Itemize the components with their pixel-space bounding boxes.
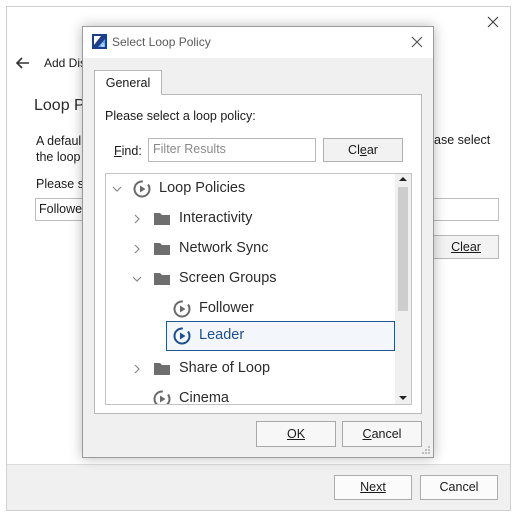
next-button[interactable]: Next bbox=[334, 475, 412, 500]
dialog-cancel-button[interactable]: Cancel bbox=[342, 421, 422, 447]
wizard-description-line1: A defaul bbox=[36, 134, 82, 148]
tree-item-leader[interactable]: Leader bbox=[166, 321, 395, 351]
close-icon[interactable] bbox=[486, 15, 500, 29]
wizard-footer: Next Cancel bbox=[7, 464, 510, 510]
tree-item-label: Follower bbox=[199, 300, 254, 316]
tree-item-label: Share of Loop bbox=[179, 360, 271, 376]
tree-item-label: Cinema bbox=[179, 390, 229, 405]
clear-label: Clear bbox=[348, 143, 378, 157]
next-label: Next bbox=[360, 480, 386, 494]
tab-general[interactable]: General bbox=[94, 70, 162, 95]
loop-policy-icon bbox=[133, 180, 151, 198]
loop-policy-icon bbox=[153, 390, 171, 404]
dialog-cancel-label: Cancel bbox=[362, 427, 402, 441]
tree-item-cinema[interactable]: Cinema bbox=[106, 384, 396, 405]
general-tab-panel: Please select a loop policy: Find: Filte… bbox=[94, 94, 422, 414]
folder-icon bbox=[154, 213, 170, 225]
scroll-down-icon[interactable] bbox=[399, 396, 407, 400]
policy-tree[interactable]: Loop Policies Interactivity Network Sync… bbox=[105, 173, 412, 405]
wizard-please-label: Please s bbox=[36, 177, 84, 191]
tree-item-follower[interactable]: Follower bbox=[106, 294, 396, 324]
select-loop-policy-dialog: e Select Loop Policy General Please sele… bbox=[82, 26, 434, 458]
folder-icon bbox=[154, 363, 170, 375]
tree-item-share-of-loop[interactable]: Share of Loop bbox=[106, 354, 396, 384]
tree-item-screen-groups[interactable]: Screen Groups bbox=[106, 264, 396, 294]
close-icon[interactable] bbox=[410, 35, 424, 49]
tree-item-label: Leader bbox=[199, 327, 245, 343]
wizard-cancel-button[interactable]: Cancel bbox=[420, 475, 498, 500]
wizard-cancel-label: Cancel bbox=[439, 480, 479, 494]
tree-item-label: Interactivity bbox=[179, 210, 253, 226]
svg-text:e: e bbox=[101, 42, 105, 49]
chevron-right-icon[interactable] bbox=[132, 364, 142, 374]
chevron-down-icon[interactable] bbox=[112, 184, 122, 194]
wizard-clear-button[interactable]: Clear bbox=[433, 235, 499, 259]
tree-item-label: Loop Policies bbox=[159, 180, 246, 196]
chevron-right-icon[interactable] bbox=[132, 244, 142, 254]
wizard-clear-label: Clear bbox=[451, 240, 481, 254]
tree-item-label: Network Sync bbox=[179, 240, 269, 256]
resize-grip-icon[interactable] bbox=[421, 445, 431, 455]
tree-scrollbar[interactable] bbox=[395, 174, 411, 404]
dialog-title: Select Loop Policy bbox=[112, 35, 211, 49]
dialog-titlebar: e Select Loop Policy bbox=[83, 27, 433, 58]
chevron-right-icon[interactable] bbox=[132, 214, 142, 224]
ok-button[interactable]: OK bbox=[256, 421, 336, 447]
tree-item-loop-policies[interactable]: Loop Policies bbox=[106, 174, 396, 204]
app-logo-icon: e bbox=[92, 34, 107, 49]
wizard-description-right: ase select bbox=[434, 133, 491, 147]
back-arrow-icon[interactable] bbox=[15, 55, 31, 71]
wizard-title: Add Dis bbox=[44, 56, 87, 70]
clear-button[interactable]: Clear bbox=[323, 138, 403, 162]
find-label: Find: bbox=[114, 144, 142, 158]
loop-policy-icon bbox=[173, 327, 191, 345]
loop-policy-icon bbox=[173, 300, 191, 318]
wizard-description-line2: the loop bbox=[36, 150, 81, 164]
tree-item-interactivity[interactable]: Interactivity bbox=[106, 204, 396, 234]
folder-icon bbox=[154, 243, 170, 255]
ok-label: OK bbox=[286, 427, 306, 441]
scroll-up-icon[interactable] bbox=[399, 177, 407, 181]
chevron-down-icon[interactable] bbox=[132, 274, 142, 284]
folder-icon bbox=[154, 273, 170, 285]
scrollbar-thumb[interactable] bbox=[398, 187, 408, 311]
select-prompt: Please select a loop policy: bbox=[105, 109, 256, 123]
tree-item-label: Screen Groups bbox=[179, 270, 277, 286]
tree-item-network-sync[interactable]: Network Sync bbox=[106, 234, 396, 264]
find-input[interactable]: Filter Results bbox=[148, 138, 316, 162]
